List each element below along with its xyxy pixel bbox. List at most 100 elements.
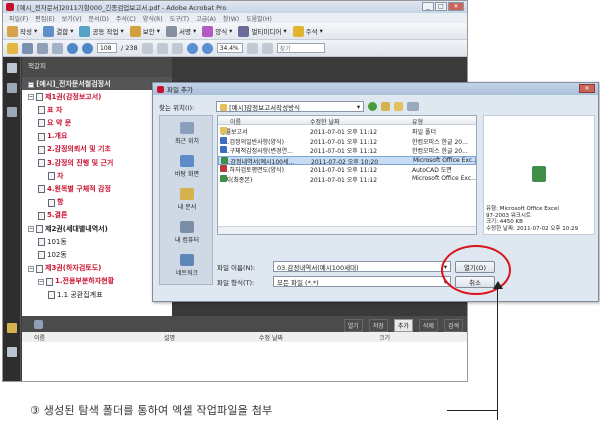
look-in-select[interactable]: [예시]감정보고서작성방식 ▾	[216, 101, 365, 112]
menu-item[interactable]: 도구(T)	[170, 14, 189, 23]
signatures-icon[interactable]	[7, 107, 17, 117]
zoom-level-input[interactable]: 34.4%	[216, 43, 243, 53]
bookmark-item[interactable]: 2.감정의뢰서 및 기초	[38, 145, 111, 154]
print-icon[interactable]	[37, 42, 48, 54]
bookmark-item[interactable]: 3.감정의 진행 및 근거	[38, 159, 113, 167]
open-icon[interactable]	[7, 42, 18, 54]
maximize-icon[interactable]: □	[435, 2, 447, 11]
fit-width-icon[interactable]	[261, 42, 273, 54]
menu-item[interactable]: 고급(A)	[196, 14, 216, 23]
places-item[interactable]: 바탕 화면	[160, 155, 214, 178]
places-item[interactable]: 내 컴퓨터	[160, 221, 214, 244]
pages-icon[interactable]	[7, 63, 17, 73]
file-row[interactable]: 법률보고서 2011-07-01 오후 11:12 파일 폴더	[218, 127, 476, 136]
collapse-toggle-icon[interactable]: −	[28, 94, 34, 100]
attachment-action-button[interactable]: 추가	[393, 319, 413, 332]
file-row[interactable]: 표지(최종본) 2011-07-01 오후 11:12 Microsoft Offi…	[218, 174, 476, 184]
views-menu-icon[interactable]	[407, 102, 420, 111]
bookmark-item[interactable]: 자	[48, 172, 63, 181]
sign-icon	[165, 25, 177, 37]
toolbar-forms-button[interactable]: 양식 ▾	[202, 25, 232, 37]
bookmark-item[interactable]: − 1.전용부분하자현황	[38, 277, 114, 286]
minimize-icon[interactable]: _	[422, 2, 434, 11]
collapse-toggle-icon[interactable]: −	[28, 265, 34, 272]
file-row[interactable]: 01.검정의일반사항(양식) 2011-07-01 오후 11:12 한컴오피스 한…	[218, 136, 476, 146]
close-icon[interactable]: ✕	[448, 2, 464, 11]
bookmark-item[interactable]: − 제1권(감정보고서)	[28, 93, 101, 101]
collapse-toggle-icon[interactable]: −	[28, 82, 34, 88]
toolbar-sign-button[interactable]: 서명 ▾	[165, 25, 196, 37]
toolbar-create-button[interactable]: 작성 ▾	[7, 25, 37, 37]
paperclip-icon[interactable]	[7, 347, 17, 357]
file-row[interactable]: 04.하자검토평면도(양식) 2011-07-01 오후 11:12 AutoCAD…	[218, 165, 476, 174]
bookmark-item[interactable]: 101동	[38, 238, 67, 247]
filetype-select[interactable]: 모든 파일 (*.*) ▾	[273, 276, 451, 287]
places-item[interactable]: 네트워크	[160, 254, 214, 277]
file-column-header[interactable]: 수정한 날짜	[310, 117, 340, 126]
attachment-action-button[interactable]: 검색	[443, 319, 463, 332]
bookmark-item[interactable]: 요 약 문	[38, 119, 71, 128]
select-tool-icon[interactable]	[156, 42, 168, 54]
attachments-column-header[interactable]: 설명	[152, 333, 247, 342]
options-icon[interactable]	[34, 319, 43, 329]
zoom-in-icon[interactable]	[201, 42, 213, 54]
page-up-icon[interactable]	[67, 42, 78, 54]
filename-input[interactable]: 03.감정내역서(예시100세대) ▾	[273, 261, 451, 272]
menu-item[interactable]: 파일(F)	[9, 14, 28, 23]
page-down-icon[interactable]	[82, 42, 93, 54]
page-total: / 238	[121, 44, 138, 52]
attachments-column-header[interactable]: 크기	[367, 333, 437, 342]
menu-item[interactable]: 양식(R)	[143, 14, 163, 23]
attachments-icon[interactable]	[7, 323, 17, 333]
zoom-tool-icon[interactable]	[171, 42, 183, 54]
toolbar-lock-button[interactable]: 보안 ▾	[129, 25, 160, 37]
new-folder-icon[interactable]	[394, 102, 404, 111]
bookmark-root-row[interactable]: − [예시]_전자문서철검정서	[22, 77, 172, 90]
attachments-column-header[interactable]: 수정 날짜	[247, 333, 367, 342]
bookmark-item[interactable]: 표 자	[38, 106, 62, 115]
places-item[interactable]: 내 문서	[160, 188, 214, 211]
up-folder-icon[interactable]	[381, 102, 391, 111]
file-row[interactable]: 03.감정내역서(예시100세... 2011-07-02 오후 10:20 Mic…	[218, 155, 476, 166]
save-icon[interactable]	[22, 42, 33, 54]
menu-item[interactable]: 창(W)	[223, 14, 239, 23]
bookmark-item[interactable]: − 제3권(하자검토도)	[28, 264, 101, 273]
horizontal-scrollbar[interactable]	[218, 226, 476, 234]
folder-icon	[220, 104, 228, 111]
bookmark-item[interactable]: − 제2권(세대별내역서)	[28, 225, 108, 233]
file-row[interactable]: 02.구체적감정사항(변경연... 2011-07-01 오후 11:12 한컴오피…	[218, 146, 476, 155]
bookmark-item[interactable]: 102동	[38, 251, 67, 260]
toolbar-multimedia-button[interactable]: 멀티미디어 ▾	[238, 25, 287, 37]
attachment-action-button[interactable]: 저장	[368, 319, 388, 332]
attachments-column-header[interactable]: 이름	[22, 333, 152, 342]
find-input[interactable]: 찾기	[276, 43, 325, 53]
page-number-input[interactable]: 108	[97, 43, 117, 53]
attachment-action-button[interactable]: 삭제	[418, 319, 438, 332]
toolbar-collaborate-button[interactable]: 공동 작업 ▾	[79, 25, 124, 37]
email-icon[interactable]	[52, 42, 63, 54]
zoom-out-icon[interactable]	[186, 42, 198, 54]
collapse-toggle-icon[interactable]: −	[38, 278, 44, 285]
menu-item[interactable]: 도움말(H)	[246, 14, 272, 23]
collapse-toggle-icon[interactable]: −	[28, 226, 34, 232]
file-column-header[interactable]: 유형	[412, 117, 423, 126]
menu-item[interactable]: 문서(D)	[89, 14, 109, 23]
toolbar-combine-button[interactable]: 결합 ▾	[43, 25, 73, 37]
menu-item[interactable]: 주석(C)	[116, 14, 136, 23]
attachment-action-button[interactable]: 열기	[343, 319, 363, 332]
back-icon[interactable]	[368, 102, 378, 111]
bookmark-item[interactable]: 4.원목별 구체적 감정	[38, 185, 111, 194]
bookmark-item[interactable]: 1.1 공환집계표	[48, 291, 103, 299]
fit-page-icon[interactable]	[246, 42, 258, 54]
dialog-close-icon[interactable]: ✕	[579, 84, 595, 93]
toolbar-comment-button[interactable]: 주석 ▾	[292, 25, 323, 37]
hand-tool-icon[interactable]	[141, 42, 153, 54]
bookmarks-icon[interactable]	[7, 83, 17, 93]
places-item[interactable]: 최근 위치	[160, 122, 214, 145]
file-column-header[interactable]: 이름	[230, 117, 241, 126]
menu-item[interactable]: 보기(V)	[62, 14, 82, 23]
bookmark-item[interactable]: 1.개요	[38, 132, 67, 141]
bookmark-item[interactable]: 항	[48, 198, 63, 207]
bookmark-item[interactable]: 5.결론	[38, 211, 67, 220]
menu-item[interactable]: 편집(E)	[35, 14, 55, 23]
